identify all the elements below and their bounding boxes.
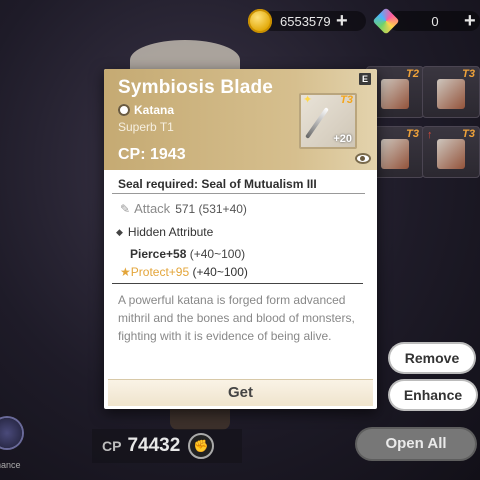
item-thumbnail: ✦ T3 +20 — [299, 93, 357, 149]
gold-value: 6553579 — [280, 13, 331, 29]
tier-label: T3 — [406, 128, 419, 140]
cp-total: 74432 — [127, 435, 181, 456]
inventory-slot[interactable]: T3 — [422, 66, 480, 118]
inventory-slot[interactable]: ↑ T3 — [422, 126, 480, 178]
enhance-nav-label[interactable]: nance — [0, 460, 21, 470]
get-button[interactable]: Get — [108, 379, 373, 406]
open-all-button[interactable]: Open All — [357, 429, 475, 459]
protect-name: Protect+95 — [130, 265, 190, 279]
boots-item-icon — [381, 139, 409, 169]
protect-range: (+40~100) — [192, 265, 248, 279]
divider — [112, 193, 365, 194]
gold-coin-icon — [248, 9, 272, 33]
gem-currency: 0 + — [372, 7, 480, 35]
tier-label: T3 — [462, 128, 475, 140]
item-type: Katana — [118, 103, 174, 117]
pierce-attribute: Pierce+58 (+40~100) — [130, 247, 245, 261]
katana-icon — [305, 107, 329, 139]
fist-icon[interactable]: ✊ — [188, 433, 215, 459]
gauntlet-item-icon — [437, 79, 465, 109]
item-description: A powerful katana is forged form advance… — [118, 293, 355, 343]
protect-attribute: ★Protect+95 (+40~100) — [120, 265, 248, 279]
pierce-name: Pierce+58 — [130, 247, 187, 261]
tooltip-header: Symbiosis Blade E Katana Superb T1 CP: 1… — [104, 69, 377, 170]
item-rarity: Superb T1 — [118, 120, 174, 134]
gold-currency: 6553579 + — [248, 8, 366, 34]
attack-value: 571 (531+40) — [175, 201, 247, 216]
tier-label: T3 — [462, 68, 475, 80]
cp-label: CP — [102, 438, 122, 454]
item-type-label: Katana — [134, 103, 175, 117]
item-name: Symbiosis Blade — [118, 77, 274, 98]
armor-item-icon — [381, 79, 409, 109]
attack-label: Attack — [134, 201, 171, 216]
thumbnail-level: +20 — [333, 133, 352, 145]
gem-value: 0 — [431, 13, 439, 29]
add-gold-button[interactable]: + — [336, 11, 348, 31]
seal-requirement: Seal required: Seal of Mutualism III — [118, 177, 317, 191]
star-icon: ★ — [120, 265, 131, 279]
hidden-attribute-label: Hidden Attribute — [127, 225, 214, 239]
hidden-attribute-heading: ◆ Hidden Attribute — [116, 225, 213, 239]
preview-eye-icon[interactable] — [355, 153, 371, 164]
equip-badge: E — [359, 73, 371, 85]
star-icon: ✦ — [303, 94, 313, 106]
pierce-range: (+40~100) — [189, 247, 246, 261]
tier-label: T2 — [406, 68, 419, 80]
combat-power-bar: CP 74432 ✊ — [92, 429, 242, 463]
attack-stat: ✎ Attack 571 (531+40) — [120, 201, 247, 216]
remove-button[interactable]: Remove — [390, 344, 474, 372]
item-tooltip: Symbiosis Blade E Katana Superb T1 CP: 1… — [104, 69, 377, 409]
item-cp: CP: 1943 — [118, 146, 186, 163]
katana-type-icon — [118, 104, 130, 116]
divider — [112, 283, 363, 284]
thumbnail-tier: T3 — [340, 94, 353, 106]
add-gem-button[interactable]: + — [464, 11, 476, 31]
upgrade-arrow-icon: ↑ — [427, 129, 433, 141]
enhance-nav-icon[interactable] — [0, 418, 22, 448]
sword-stat-icon: ✎ — [120, 201, 131, 216]
diamond-bullet-icon: ◆ — [116, 226, 123, 237]
enhance-button[interactable]: Enhance — [390, 381, 476, 409]
boots-item-icon — [437, 139, 465, 169]
